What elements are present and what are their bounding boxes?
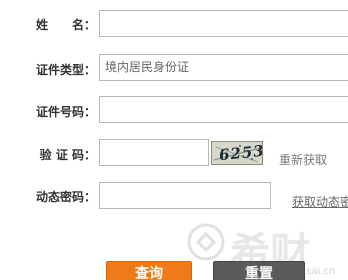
get-dynamic-password-link[interactable]: 获取动态密 xyxy=(292,193,348,210)
reset-button[interactable]: 重置 xyxy=(213,261,305,280)
captcha-label: 验 证 码： xyxy=(39,148,96,162)
refresh-captcha-link[interactable]: 重新获取 xyxy=(279,151,327,168)
captcha-image[interactable]: 6253 xyxy=(211,141,263,165)
captcha-input[interactable] xyxy=(99,139,209,166)
login-form-page: 姓 名： 证件类型： 境内居民身份证 证件号码： 验 证 码： 6253 重新获… xyxy=(0,0,348,280)
id-number-input[interactable] xyxy=(99,96,348,123)
name-label: 姓 名： xyxy=(35,18,96,32)
id-number-label: 证件号码： xyxy=(35,105,96,119)
brand-logo-icon xyxy=(187,223,225,261)
id-type-select[interactable]: 境内居民身份证 xyxy=(99,54,348,81)
dynamic-password-input[interactable] xyxy=(99,182,271,209)
id-type-selected-value: 境内居民身份证 xyxy=(105,60,190,74)
dynamic-password-label: 动态密码： xyxy=(35,190,96,204)
id-type-label: 证件类型： xyxy=(35,63,96,77)
query-button[interactable]: 查询 xyxy=(106,261,192,280)
name-input[interactable] xyxy=(99,10,348,37)
